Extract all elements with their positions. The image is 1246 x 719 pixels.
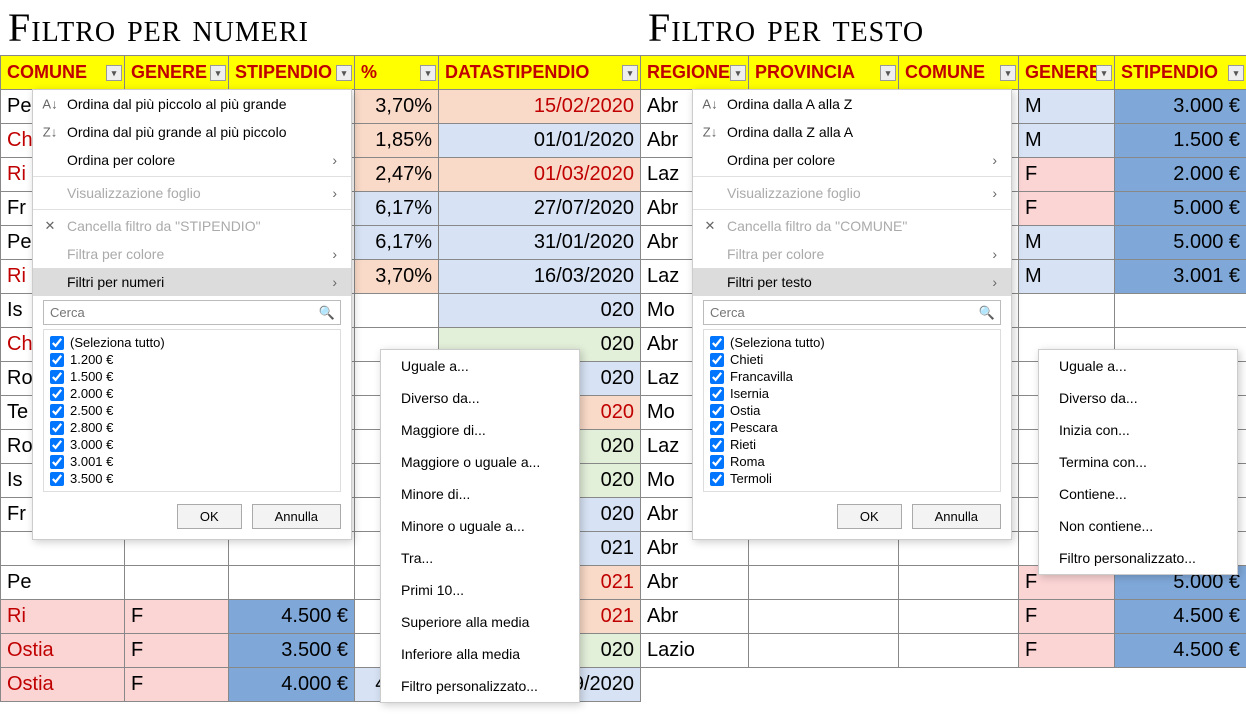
chevron-right-icon: › bbox=[972, 152, 997, 168]
filter-dropdown-button[interactable]: ▾ bbox=[1000, 65, 1016, 81]
filter-dropdown-button[interactable]: ▾ bbox=[1096, 65, 1112, 81]
sort-asc-icon: A↓ bbox=[701, 97, 719, 112]
text-filters[interactable]: Filtri per testo› bbox=[693, 268, 1011, 296]
filter-checklist[interactable]: (Seleziona tutto)ChietiFrancavillaIserni… bbox=[703, 329, 1001, 492]
submenu-item[interactable]: Tra... bbox=[381, 542, 579, 574]
chevron-right-icon: › bbox=[312, 274, 337, 290]
submenu-item[interactable]: Contiene... bbox=[1039, 478, 1237, 510]
col-header: GENERE▾ bbox=[1019, 56, 1115, 90]
ok-button[interactable]: OK bbox=[177, 504, 242, 529]
filter-search-input[interactable] bbox=[43, 300, 341, 325]
filter-menu-stipendio: A↓Ordina dal più piccolo al più grande Z… bbox=[32, 89, 352, 540]
sheet-view: Visualizzazione foglio› bbox=[693, 179, 1011, 207]
submenu-item[interactable]: Filtro personalizzato... bbox=[381, 670, 579, 702]
sort-by-color[interactable]: Ordina per colore› bbox=[693, 146, 1011, 174]
ok-button[interactable]: OK bbox=[837, 504, 902, 529]
submenu-item[interactable]: Termina con... bbox=[1039, 446, 1237, 478]
checklist-option[interactable]: Rieti bbox=[708, 436, 996, 453]
submenu-item[interactable]: Maggiore di... bbox=[381, 414, 579, 446]
submenu-item[interactable]: Diverso da... bbox=[381, 382, 579, 414]
checklist-option[interactable]: 3.000 € bbox=[48, 436, 336, 453]
page-title-left: Filtro per numeri bbox=[0, 0, 640, 55]
chevron-right-icon: › bbox=[312, 152, 337, 168]
col-header: STIPENDIO▾ bbox=[229, 56, 355, 90]
checklist-option[interactable]: Francavilla bbox=[708, 368, 996, 385]
checklist-option[interactable]: Pescara bbox=[708, 419, 996, 436]
filter-dropdown-button[interactable]: ▾ bbox=[622, 65, 638, 81]
checklist-option[interactable]: Chieti bbox=[708, 351, 996, 368]
col-header: DATASTIPENDIO▾ bbox=[439, 56, 641, 90]
filter-dropdown-button[interactable]: ▾ bbox=[730, 65, 746, 81]
checklist-option[interactable]: 1.200 € bbox=[48, 351, 336, 368]
checklist-option[interactable]: 3.500 € bbox=[48, 470, 336, 487]
sort-desc-icon: Z↓ bbox=[701, 125, 719, 140]
checklist-option[interactable]: 1.500 € bbox=[48, 368, 336, 385]
sort-by-color[interactable]: Ordina per colore› bbox=[33, 146, 351, 174]
checklist-option[interactable]: 3.001 € bbox=[48, 453, 336, 470]
funnel-clear-icon: ✕ bbox=[701, 218, 719, 234]
sort-ascending[interactable]: A↓Ordina dal più piccolo al più grande bbox=[33, 90, 351, 118]
search-icon: 🔍 bbox=[979, 305, 995, 321]
checklist-option[interactable]: Ostia bbox=[708, 402, 996, 419]
checklist-option[interactable]: 2.800 € bbox=[48, 419, 336, 436]
sort-descending[interactable]: Z↓Ordina dal più grande al più piccolo bbox=[33, 118, 351, 146]
filter-search-input[interactable] bbox=[703, 300, 1001, 325]
col-header: PROVINCIA▾ bbox=[749, 56, 899, 90]
submenu-item[interactable]: Non contiene... bbox=[1039, 510, 1237, 542]
sort-desc-icon: Z↓ bbox=[41, 125, 59, 140]
funnel-clear-icon: ✕ bbox=[41, 218, 59, 234]
col-header: COMUNE▾ bbox=[1, 56, 125, 90]
sort-ascending[interactable]: A↓Ordina dalla A alla Z bbox=[693, 90, 1011, 118]
submenu-item[interactable]: Primi 10... bbox=[381, 574, 579, 606]
page-title-right: Filtro per testo bbox=[640, 0, 1246, 55]
cancel-button[interactable]: Annulla bbox=[912, 504, 1001, 529]
filter-dropdown-button[interactable]: ▾ bbox=[420, 65, 436, 81]
search-icon: 🔍 bbox=[319, 305, 335, 321]
filter-checklist[interactable]: (Seleziona tutto)1.200 €1.500 €2.000 €2.… bbox=[43, 329, 341, 492]
checklist-option[interactable]: Termoli bbox=[708, 470, 996, 487]
submenu-item[interactable]: Inizia con... bbox=[1039, 414, 1237, 446]
col-header: %▾ bbox=[355, 56, 439, 90]
number-filters[interactable]: Filtri per numeri› bbox=[33, 268, 351, 296]
filter-dropdown-button[interactable]: ▾ bbox=[210, 65, 226, 81]
submenu-item[interactable]: Minore di... bbox=[381, 478, 579, 510]
submenu-item[interactable]: Filtro personalizzato... bbox=[1039, 542, 1237, 574]
filter-menu-comune: A↓Ordina dalla A alla Z Z↓Ordina dalla Z… bbox=[692, 89, 1012, 540]
cancel-button[interactable]: Annulla bbox=[252, 504, 341, 529]
checklist-select-all[interactable]: (Seleziona tutto) bbox=[48, 334, 336, 351]
clear-filter: ✕Cancella filtro da "COMUNE" bbox=[693, 212, 1011, 240]
filter-dropdown-button[interactable]: ▾ bbox=[1228, 65, 1244, 81]
col-header: GENERE▾ bbox=[125, 56, 229, 90]
table-row: AbrF4.500 € bbox=[641, 600, 1246, 634]
col-header: COMUNE▾ bbox=[899, 56, 1019, 90]
col-header: REGIONE▾ bbox=[641, 56, 749, 90]
submenu-item[interactable]: Superiore alla media bbox=[381, 606, 579, 638]
table-row: LazioF4.500 € bbox=[641, 634, 1246, 668]
filter-by-color: Filtra per colore› bbox=[693, 240, 1011, 268]
sort-asc-icon: A↓ bbox=[41, 97, 59, 112]
sheet-view: Visualizzazione foglio› bbox=[33, 179, 351, 207]
filter-by-color: Filtra per colore› bbox=[33, 240, 351, 268]
filter-dropdown-button[interactable]: ▾ bbox=[106, 65, 122, 81]
checklist-select-all[interactable]: (Seleziona tutto) bbox=[708, 334, 996, 351]
chevron-right-icon: › bbox=[972, 274, 997, 290]
submenu-item[interactable]: Uguale a... bbox=[381, 350, 579, 382]
checklist-option[interactable]: Roma bbox=[708, 453, 996, 470]
clear-filter: ✕Cancella filtro da "STIPENDIO" bbox=[33, 212, 351, 240]
filter-dropdown-button[interactable]: ▾ bbox=[880, 65, 896, 81]
submenu-item[interactable]: Minore o uguale a... bbox=[381, 510, 579, 542]
submenu-item[interactable]: Inferiore alla media bbox=[381, 638, 579, 670]
checklist-option[interactable]: Isernia bbox=[708, 385, 996, 402]
sort-descending[interactable]: Z↓Ordina dalla Z alla A bbox=[693, 118, 1011, 146]
number-filters-submenu: Uguale a...Diverso da...Maggiore di...Ma… bbox=[380, 349, 580, 703]
col-header: STIPENDIO▾ bbox=[1115, 56, 1246, 90]
checklist-option[interactable]: 2.500 € bbox=[48, 402, 336, 419]
submenu-item[interactable]: Uguale a... bbox=[1039, 350, 1237, 382]
submenu-item[interactable]: Maggiore o uguale a... bbox=[381, 446, 579, 478]
text-filters-submenu: Uguale a...Diverso da...Inizia con...Ter… bbox=[1038, 349, 1238, 575]
submenu-item[interactable]: Diverso da... bbox=[1039, 382, 1237, 414]
checklist-option[interactable]: 2.000 € bbox=[48, 385, 336, 402]
filter-dropdown-button[interactable]: ▾ bbox=[336, 65, 352, 81]
